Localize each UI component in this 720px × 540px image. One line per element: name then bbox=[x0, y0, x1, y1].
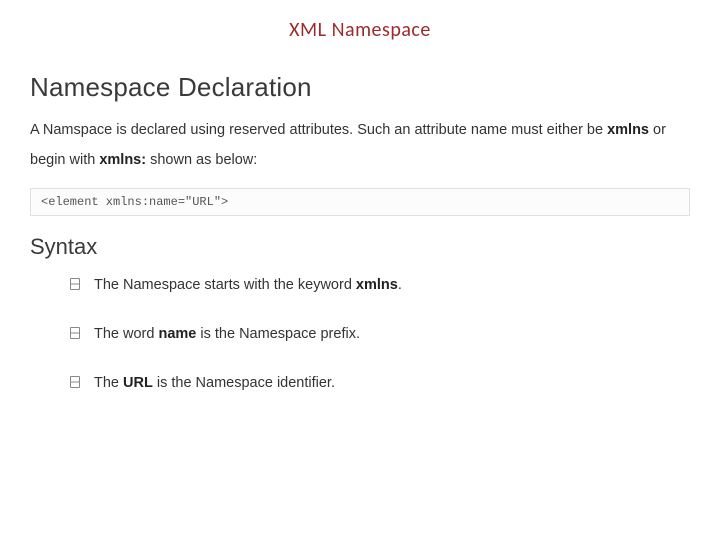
intro-bold-2: xmlns: bbox=[99, 152, 146, 168]
bullet-text-pre: The word bbox=[94, 326, 158, 342]
bullet-text-pre: The Namespace starts with the keyword bbox=[94, 277, 356, 293]
bullet-text-post: . bbox=[398, 277, 402, 293]
list-item: The word name is the Namespace prefix. bbox=[70, 323, 690, 346]
list-item: The Namespace starts with the keyword xm… bbox=[70, 274, 690, 297]
bullet-text-post: is the Namespace identifier. bbox=[153, 375, 335, 391]
content-area: Namespace Declaration A Namspace is decl… bbox=[0, 72, 720, 395]
syntax-heading: Syntax bbox=[30, 234, 690, 260]
code-block: <element xmlns:name="URL"> bbox=[30, 188, 690, 216]
bullet-list: The Namespace starts with the keyword xm… bbox=[30, 274, 690, 396]
list-item: The URL is the Namespace identifier. bbox=[70, 372, 690, 395]
intro-text-3: shown as below: bbox=[146, 152, 257, 168]
bullet-text-bold: name bbox=[158, 326, 196, 342]
intro-paragraph: A Namspace is declared using reserved at… bbox=[30, 115, 690, 176]
bullet-text-pre: The bbox=[94, 375, 123, 391]
intro-bold-1: xmlns bbox=[607, 122, 649, 138]
document-page: XML Namespace Namespace Declaration A Na… bbox=[0, 0, 720, 540]
bullet-text-post: is the Namespace prefix. bbox=[196, 326, 360, 342]
bullet-text-bold: URL bbox=[123, 375, 153, 391]
section-heading: Namespace Declaration bbox=[30, 72, 690, 103]
bullet-text-bold: xmlns bbox=[356, 277, 398, 293]
page-title: XML Namespace bbox=[0, 0, 720, 54]
intro-text-1: A Namspace is declared using reserved at… bbox=[30, 122, 607, 138]
